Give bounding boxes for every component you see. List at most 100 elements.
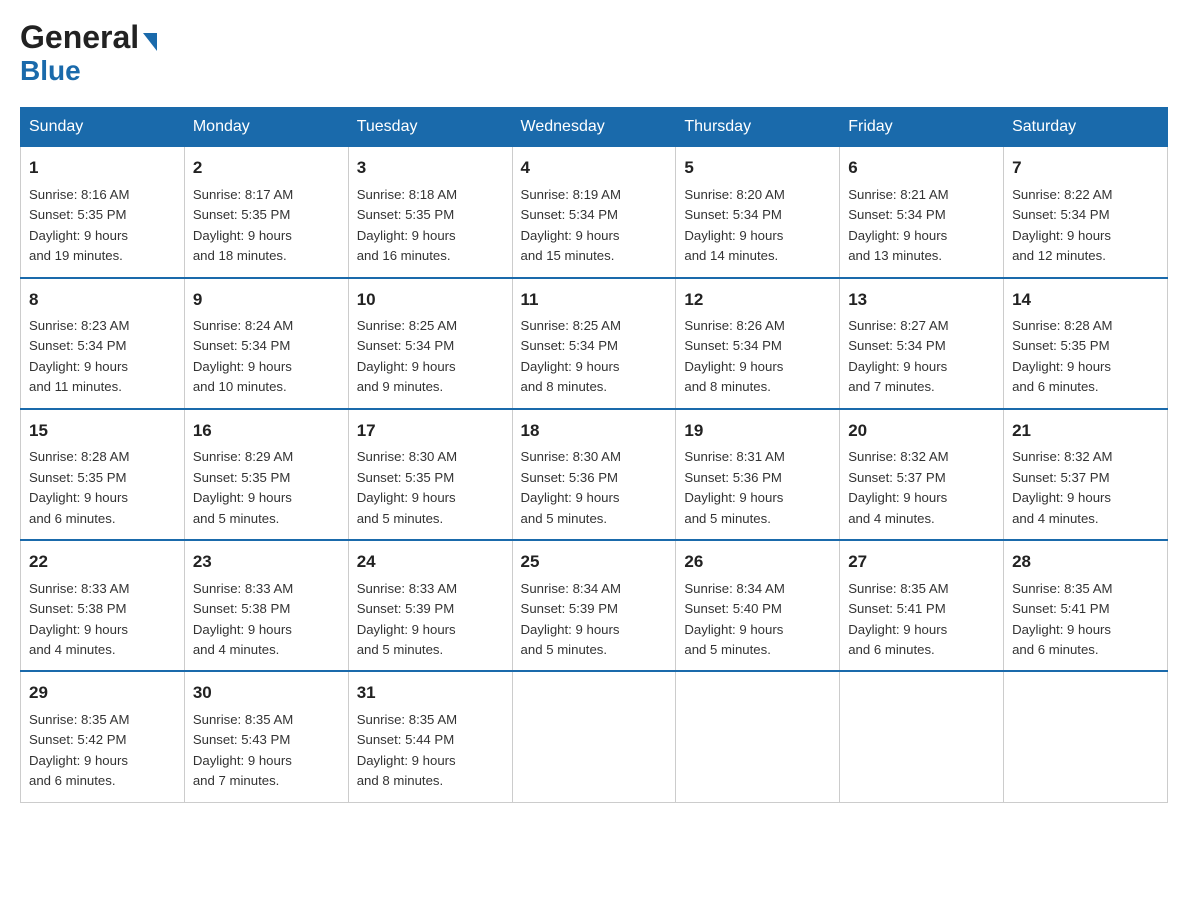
calendar-cell: 31 Sunrise: 8:35 AMSunset: 5:44 PMDayligh… <box>348 671 512 802</box>
calendar-cell: 13Sunrise: 8:27 AMSunset: 5:34 PMDayligh… <box>840 278 1004 409</box>
week-row-3: 15 Sunrise: 8:28 AMSunset: 5:35 PMDayligh… <box>21 409 1168 540</box>
week-row-4: 22 Sunrise: 8:33 AMSunset: 5:38 PMDayligh… <box>21 540 1168 671</box>
day-info: Sunrise: 8:35 AMSunset: 5:41 PMDaylight:… <box>848 579 995 661</box>
day-number: 28 <box>1012 549 1159 575</box>
day-info: Sunrise: 8:20 AMSunset: 5:34 PMDaylight:… <box>684 185 831 267</box>
day-info: Sunrise: 8:16 AMSunset: 5:35 PMDaylight:… <box>29 185 176 267</box>
header-row: SundayMondayTuesdayWednesdayThursdayFrid… <box>21 108 1168 147</box>
day-info: Sunrise: 8:23 AMSunset: 5:34 PMDaylight:… <box>29 316 176 398</box>
day-number: 18 <box>521 418 668 444</box>
day-info: Sunrise: 8:29 AMSunset: 5:35 PMDaylight:… <box>193 447 340 529</box>
day-info: Sunrise: 8:32 AMSunset: 5:37 PMDaylight:… <box>1012 447 1159 529</box>
logo: General Blue <box>20 20 157 87</box>
calendar-cell: 2Sunrise: 8:17 AMSunset: 5:35 PMDaylight… <box>184 147 348 278</box>
day-info: Sunrise: 8:33 AMSunset: 5:38 PMDaylight:… <box>193 579 340 661</box>
calendar-cell: 5 Sunrise: 8:20 AMSunset: 5:34 PMDaylight… <box>676 147 840 278</box>
calendar-cell: 14 Sunrise: 8:28 AMSunset: 5:35 PMDayligh… <box>1004 278 1168 409</box>
calendar-cell: 17 Sunrise: 8:30 AMSunset: 5:35 PMDayligh… <box>348 409 512 540</box>
col-header-sunday: Sunday <box>21 108 185 147</box>
day-info: Sunrise: 8:19 AMSunset: 5:34 PMDaylight:… <box>521 185 668 267</box>
day-number: 11 <box>521 287 668 313</box>
calendar-cell <box>676 671 840 802</box>
day-number: 5 <box>684 155 831 181</box>
day-info: Sunrise: 8:30 AMSunset: 5:35 PMDaylight:… <box>357 447 504 529</box>
day-number: 4 <box>521 155 668 181</box>
calendar-cell: 24Sunrise: 8:33 AMSunset: 5:39 PMDayligh… <box>348 540 512 671</box>
day-number: 22 <box>29 549 176 575</box>
day-info: Sunrise: 8:25 AMSunset: 5:34 PMDaylight:… <box>521 316 668 398</box>
calendar-cell: 7 Sunrise: 8:22 AMSunset: 5:34 PMDaylight… <box>1004 147 1168 278</box>
calendar-cell: 10 Sunrise: 8:25 AMSunset: 5:34 PMDayligh… <box>348 278 512 409</box>
week-row-2: 8 Sunrise: 8:23 AMSunset: 5:34 PMDaylight… <box>21 278 1168 409</box>
calendar-cell: 3Sunrise: 8:18 AMSunset: 5:35 PMDaylight… <box>348 147 512 278</box>
day-info: Sunrise: 8:31 AMSunset: 5:36 PMDaylight:… <box>684 447 831 529</box>
day-info: Sunrise: 8:28 AMSunset: 5:35 PMDaylight:… <box>29 447 176 529</box>
calendar-cell <box>1004 671 1168 802</box>
col-header-friday: Friday <box>840 108 1004 147</box>
calendar-cell: 27 Sunrise: 8:35 AMSunset: 5:41 PMDayligh… <box>840 540 1004 671</box>
day-info: Sunrise: 8:24 AMSunset: 5:34 PMDaylight:… <box>193 316 340 398</box>
week-row-1: 1 Sunrise: 8:16 AMSunset: 5:35 PMDaylight… <box>21 147 1168 278</box>
day-number: 15 <box>29 418 176 444</box>
day-info: Sunrise: 8:27 AMSunset: 5:34 PMDaylight:… <box>848 316 995 398</box>
day-info: Sunrise: 8:34 AMSunset: 5:40 PMDaylight:… <box>684 579 831 661</box>
day-number: 30 <box>193 680 340 706</box>
col-header-tuesday: Tuesday <box>348 108 512 147</box>
day-number: 7 <box>1012 155 1159 181</box>
week-row-5: 29 Sunrise: 8:35 AMSunset: 5:42 PMDayligh… <box>21 671 1168 802</box>
day-number: 8 <box>29 287 176 313</box>
day-number: 16 <box>193 418 340 444</box>
calendar-cell: 16 Sunrise: 8:29 AMSunset: 5:35 PMDayligh… <box>184 409 348 540</box>
day-number: 24 <box>357 549 504 575</box>
day-info: Sunrise: 8:35 AMSunset: 5:44 PMDaylight:… <box>357 710 504 792</box>
day-number: 20 <box>848 418 995 444</box>
calendar-table: SundayMondayTuesdayWednesdayThursdayFrid… <box>20 107 1168 803</box>
calendar-cell: 18 Sunrise: 8:30 AMSunset: 5:36 PMDayligh… <box>512 409 676 540</box>
col-header-saturday: Saturday <box>1004 108 1168 147</box>
col-header-thursday: Thursday <box>676 108 840 147</box>
day-number: 17 <box>357 418 504 444</box>
day-number: 27 <box>848 549 995 575</box>
day-number: 14 <box>1012 287 1159 313</box>
day-info: Sunrise: 8:25 AMSunset: 5:34 PMDaylight:… <box>357 316 504 398</box>
calendar-cell: 9Sunrise: 8:24 AMSunset: 5:34 PMDaylight… <box>184 278 348 409</box>
calendar-cell: 26 Sunrise: 8:34 AMSunset: 5:40 PMDayligh… <box>676 540 840 671</box>
calendar-cell: 22 Sunrise: 8:33 AMSunset: 5:38 PMDayligh… <box>21 540 185 671</box>
calendar-cell <box>840 671 1004 802</box>
day-info: Sunrise: 8:35 AMSunset: 5:43 PMDaylight:… <box>193 710 340 792</box>
calendar-cell: 29 Sunrise: 8:35 AMSunset: 5:42 PMDayligh… <box>21 671 185 802</box>
day-info: Sunrise: 8:30 AMSunset: 5:36 PMDaylight:… <box>521 447 668 529</box>
day-info: Sunrise: 8:22 AMSunset: 5:34 PMDaylight:… <box>1012 185 1159 267</box>
day-number: 23 <box>193 549 340 575</box>
day-number: 2 <box>193 155 340 181</box>
calendar-cell: 15 Sunrise: 8:28 AMSunset: 5:35 PMDayligh… <box>21 409 185 540</box>
day-info: Sunrise: 8:26 AMSunset: 5:34 PMDaylight:… <box>684 316 831 398</box>
day-number: 1 <box>29 155 176 181</box>
day-info: Sunrise: 8:34 AMSunset: 5:39 PMDaylight:… <box>521 579 668 661</box>
calendar-cell: 12Sunrise: 8:26 AMSunset: 5:34 PMDayligh… <box>676 278 840 409</box>
calendar-cell: 8 Sunrise: 8:23 AMSunset: 5:34 PMDaylight… <box>21 278 185 409</box>
logo-blue: Blue <box>20 55 81 87</box>
day-info: Sunrise: 8:35 AMSunset: 5:42 PMDaylight:… <box>29 710 176 792</box>
calendar-cell: 28 Sunrise: 8:35 AMSunset: 5:41 PMDayligh… <box>1004 540 1168 671</box>
calendar-cell: 23 Sunrise: 8:33 AMSunset: 5:38 PMDayligh… <box>184 540 348 671</box>
day-number: 10 <box>357 287 504 313</box>
day-number: 21 <box>1012 418 1159 444</box>
day-number: 19 <box>684 418 831 444</box>
calendar-cell: 6 Sunrise: 8:21 AMSunset: 5:34 PMDaylight… <box>840 147 1004 278</box>
day-info: Sunrise: 8:21 AMSunset: 5:34 PMDaylight:… <box>848 185 995 267</box>
calendar-cell: 20Sunrise: 8:32 AMSunset: 5:37 PMDayligh… <box>840 409 1004 540</box>
day-info: Sunrise: 8:35 AMSunset: 5:41 PMDaylight:… <box>1012 579 1159 661</box>
day-number: 6 <box>848 155 995 181</box>
calendar-cell: 11 Sunrise: 8:25 AMSunset: 5:34 PMDayligh… <box>512 278 676 409</box>
day-info: Sunrise: 8:28 AMSunset: 5:35 PMDaylight:… <box>1012 316 1159 398</box>
calendar-cell: 30 Sunrise: 8:35 AMSunset: 5:43 PMDayligh… <box>184 671 348 802</box>
col-header-wednesday: Wednesday <box>512 108 676 147</box>
day-number: 31 <box>357 680 504 706</box>
day-number: 25 <box>521 549 668 575</box>
day-number: 26 <box>684 549 831 575</box>
day-info: Sunrise: 8:33 AMSunset: 5:38 PMDaylight:… <box>29 579 176 661</box>
col-header-monday: Monday <box>184 108 348 147</box>
calendar-cell: 19 Sunrise: 8:31 AMSunset: 5:36 PMDayligh… <box>676 409 840 540</box>
day-number: 29 <box>29 680 176 706</box>
